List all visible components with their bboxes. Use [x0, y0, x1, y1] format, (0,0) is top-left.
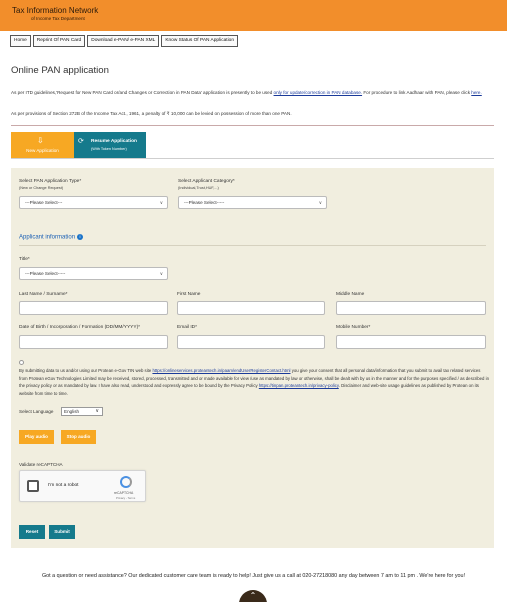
chevron-down-icon: ∨	[95, 408, 99, 414]
title-label: Title*	[19, 257, 30, 262]
middle-name-field[interactable]	[336, 301, 486, 315]
divider	[11, 125, 494, 126]
consent-checkbox[interactable]	[19, 360, 24, 365]
section-divider	[19, 245, 486, 246]
submit-button[interactable]: Submit	[49, 525, 75, 539]
tab-new-application[interactable]: ⇩ New Application	[11, 132, 74, 158]
reset-button[interactable]: Reset	[19, 525, 45, 539]
first-name-field[interactable]	[177, 301, 325, 315]
site-title: Tax Information Network	[12, 6, 99, 15]
category-sub: (Individual,Trust,HUF,...)	[178, 186, 219, 190]
top-nav: Home Reprint Of PAN Card Download e-PAN/…	[10, 35, 239, 47]
tab-resume-sub: (With Token Number)	[91, 147, 127, 151]
download-icon: ⇩	[37, 136, 44, 145]
mobile-field[interactable]	[336, 335, 486, 349]
recaptcha-brand: reCAPTCHA	[114, 491, 134, 495]
nav-reprint-pan[interactable]: Reprint Of PAN Card	[32, 35, 86, 47]
middle-name-label: Middle Name	[336, 292, 365, 297]
register-contact-link[interactable]: https://onlineservices.proteantech.in/pa…	[152, 368, 290, 373]
category-select[interactable]: ---Please Select----- ∨	[178, 196, 327, 209]
language-select[interactable]: English ∨	[61, 407, 103, 416]
first-name-label: First Name	[177, 292, 201, 297]
dob-field[interactable]	[19, 335, 168, 349]
scroll-top-button[interactable]: ⌃	[239, 590, 267, 602]
recaptcha-text: I'm not a robot	[48, 483, 79, 488]
application-form: Select PAN Application Type* (New or Cha…	[11, 168, 494, 548]
mobile-label: Mobile Number*	[336, 325, 371, 330]
validate-recaptcha-label: Validate reCAPTCHA	[19, 462, 63, 467]
nav-download-epan[interactable]: Download e-PAN/ e-PAN XML	[87, 35, 160, 47]
last-name-label: Last Name / Surname*	[19, 292, 68, 297]
category-label: Select Applicant Category*	[178, 179, 235, 184]
recaptcha-checkbox[interactable]	[27, 480, 39, 492]
chevron-down-icon: ∨	[159, 200, 163, 205]
guideline-note: As per ITD guidelines,'Request for New P…	[11, 90, 482, 95]
section-applicant-information: Applicant information i	[19, 234, 84, 241]
penalty-note: As per provisions of Section 272B of the…	[11, 111, 292, 116]
recaptcha-links[interactable]: Privacy - Terms	[116, 496, 135, 500]
nav-home[interactable]: Home	[10, 35, 31, 47]
footer-help-text: Got a question or need assistance? Our d…	[41, 573, 466, 579]
email-field[interactable]	[177, 335, 325, 349]
nav-know-status[interactable]: Know Status Of PAN Application	[161, 35, 239, 47]
language-label: Select Language	[19, 409, 54, 414]
app-type-label: Select PAN Application Type*	[19, 179, 82, 184]
play-audio-button[interactable]: Play audio	[19, 430, 54, 444]
site-header: Tax Information Network of Income Tax De…	[0, 0, 507, 31]
info-icon[interactable]: i	[77, 234, 84, 240]
recaptcha-widget: I'm not a robot reCAPTCHA Privacy - Term…	[19, 470, 146, 502]
tab-resume-label: Resume Application	[91, 139, 137, 144]
tab-resume-application[interactable]: ⟳ Resume Application (With Token Number)	[74, 132, 146, 158]
privacy-policy-link[interactable]: https://tinpan.proteantech.in/privacy-po…	[259, 383, 339, 388]
page-title: Online PAN application	[11, 65, 109, 76]
app-type-select[interactable]: ---Please Select--- ∨	[19, 196, 168, 209]
recaptcha-logo-icon	[120, 476, 132, 488]
tab-underline	[11, 158, 494, 159]
resume-icon: ⟳	[78, 138, 84, 145]
site-subtitle: of Income Tax Department	[31, 16, 85, 21]
tab-new-label: New Application	[26, 148, 59, 153]
aadhaar-link-here[interactable]: here.	[471, 90, 481, 95]
chevron-down-icon: ∨	[159, 271, 163, 276]
title-select[interactable]: ---Please Select----- ∨	[19, 267, 168, 280]
stop-audio-button[interactable]: Stop audio	[61, 430, 96, 444]
consent-text: By submitting data to us and/or using ou…	[19, 368, 489, 396]
chevron-up-icon: ⌃	[249, 591, 257, 600]
dob-label: Date of Birth / Incorporation / Formatio…	[19, 325, 141, 330]
app-type-sub: (New or Change Request)	[19, 186, 64, 190]
email-label: Email ID*	[177, 325, 197, 330]
last-name-field[interactable]	[19, 301, 168, 315]
chevron-down-icon: ∨	[318, 200, 322, 205]
